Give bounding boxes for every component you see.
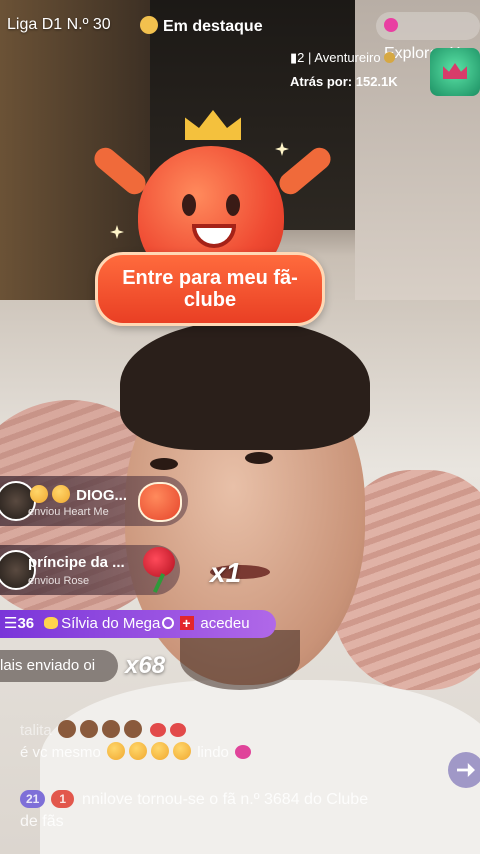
joined-user-name: Sílvia do Mega	[61, 615, 161, 632]
hand-icon	[57, 720, 76, 738]
smile-icon	[107, 742, 126, 760]
user-level-badge: ☰36	[0, 610, 40, 638]
person-icon	[140, 16, 158, 34]
chat-message[interactable]: talita	[20, 720, 188, 739]
swiss-flag-icon	[180, 609, 195, 637]
streamer-beard	[180, 630, 300, 690]
mascot-eye	[182, 194, 196, 216]
chat-text: talita	[20, 722, 52, 739]
crown-icon	[443, 63, 467, 79]
level-number: 36	[17, 615, 35, 632]
top-bar: Liga D1 N.º 30 Em destaque ExplorarX	[0, 10, 480, 62]
gift-action: enviou Heart Me	[28, 506, 109, 518]
fan-level-badge: 1	[51, 790, 75, 808]
rank-tier: Aventureiro	[314, 50, 381, 65]
drink-icon	[52, 485, 70, 503]
chat-text: lindo	[197, 744, 229, 761]
crown-gem-icon[interactable]	[430, 48, 480, 96]
hand-icon	[79, 720, 98, 738]
chat-message[interactable]: é vc mesmo lindo	[20, 742, 253, 761]
hug-icon	[129, 742, 148, 760]
level-icon: ☰	[4, 615, 18, 632]
rank-panel[interactable]: ▮2 | Aventureiro Atrás por: 152.1K	[290, 48, 430, 89]
wings-icon	[44, 617, 59, 629]
fan-club-join-message[interactable]: 21 1 nnilove tornou-se o fã n.º 3684 do Cl…	[20, 790, 368, 809]
gift-combo-count: x1	[210, 557, 242, 588]
streamer-eye	[245, 452, 273, 464]
compass-icon	[383, 52, 395, 63]
hug-icon	[173, 742, 192, 760]
rank-position: 2	[297, 50, 305, 65]
featured-label: Em destaque	[163, 18, 263, 35]
gift-combo-count: x68	[125, 652, 166, 679]
rose-petal	[143, 547, 175, 577]
rose-gift-icon	[135, 545, 183, 595]
league-rank-label[interactable]: Liga D1 N.º 30	[7, 16, 111, 34]
user-joined-banner[interactable]: ☰36 Sílvia do Mega acedeu	[0, 609, 276, 638]
hand-icon	[123, 720, 142, 738]
behind-by-label: Atrás por: 152.1K	[290, 74, 398, 89]
sparkle-icon	[275, 142, 289, 156]
user-level-badge: 21	[20, 790, 46, 808]
chat-text: nnilove tornou-se o fã n.º 3684 do Clube	[82, 791, 369, 808]
sparkle-icon	[110, 225, 124, 239]
fan-club-sticker[interactable]: Entre para meu fã-clube	[89, 90, 336, 330]
streamer-eye	[150, 458, 178, 470]
heart-arm	[274, 143, 336, 199]
chat-message-continuation: de fãs	[20, 813, 64, 830]
rank-separator: |	[308, 50, 312, 65]
streamer-hair	[120, 320, 370, 450]
ring-icon	[162, 617, 175, 629]
featured-tab[interactable]: Em destaque	[140, 16, 263, 36]
mascot-eye	[226, 194, 240, 216]
heart-arm	[89, 143, 151, 199]
heart-icon	[150, 723, 167, 737]
mascot-smile	[192, 224, 236, 248]
heart-icon	[170, 723, 187, 737]
sender-name-text: DIOG...	[76, 487, 128, 504]
rank-line: ▮2 | Aventureiro	[290, 48, 430, 68]
chat-text: é vc mesmo	[20, 744, 101, 761]
gift-banner[interactable]: DIOG... enviou Heart Me	[0, 476, 188, 526]
explore-button[interactable]: ExplorarX	[376, 12, 480, 62]
gift-banner[interactable]: príncipe da ... enviou Rose	[0, 545, 180, 595]
hug-icon	[151, 742, 170, 760]
explore-icon	[384, 18, 398, 32]
share-icon[interactable]	[448, 752, 480, 788]
join-fan-club-label[interactable]: Entre para meu fã-clube	[95, 252, 325, 326]
gift-sender-name: príncipe da ...	[28, 554, 125, 571]
heart-icon	[235, 745, 252, 759]
streamer-shirt	[40, 680, 480, 854]
heart-me-gift-icon	[138, 482, 182, 522]
gift-sender-name: DIOG...	[28, 485, 127, 504]
hand-icon	[101, 720, 120, 738]
joined-action: acedeu	[200, 615, 250, 632]
gift-action: enviou Rose	[28, 575, 90, 587]
gift-text-pill: lais enviado oi	[0, 650, 118, 682]
crown-icon	[185, 110, 241, 140]
fox-icon	[30, 485, 48, 503]
